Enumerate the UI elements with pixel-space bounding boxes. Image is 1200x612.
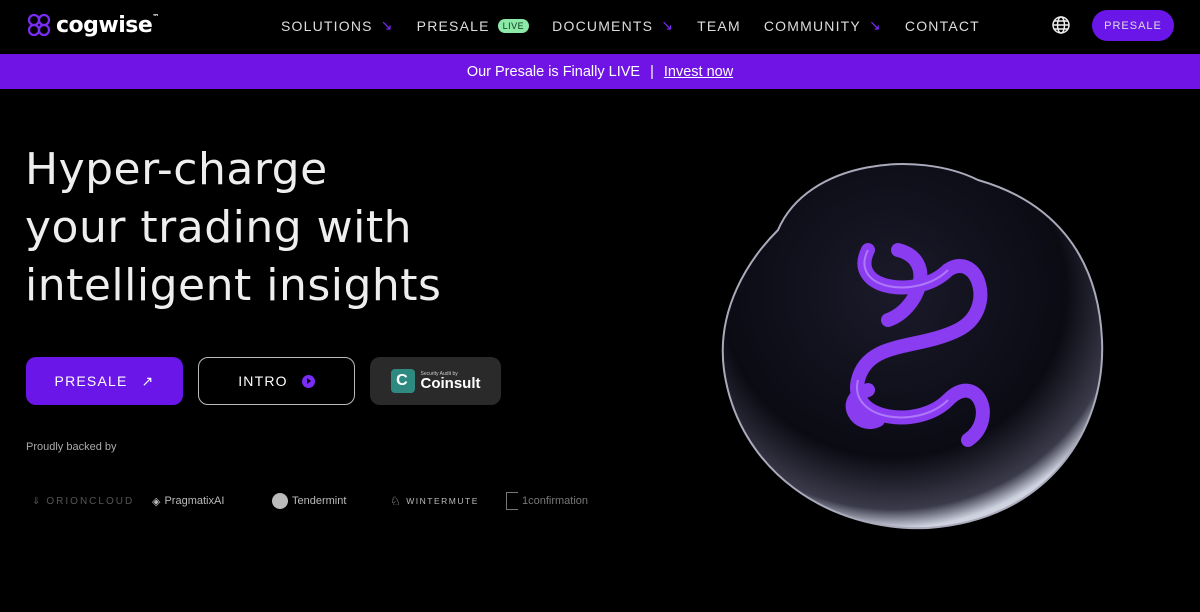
nav-documents[interactable]: DOCUMENTS ↘ <box>552 17 674 34</box>
arrow-down-right-icon: ↘ <box>380 17 394 33</box>
hero-presale-button[interactable]: PRESALE ↗ <box>26 357 183 405</box>
1confirmation-icon <box>506 492 518 510</box>
hero-title-line: your trading with <box>25 202 413 253</box>
arrow-down-right-icon: ↘ <box>868 17 882 33</box>
wintermute-icon: ♘ <box>390 494 403 508</box>
logo[interactable]: cogwise™ <box>26 12 159 38</box>
coinsult-audit-badge[interactable]: C Security Audit by Coinsult <box>370 357 501 405</box>
audit-name: Coinsult <box>420 375 481 392</box>
backed-by-label: Proudly backed by <box>26 441 117 453</box>
hero-title: Hyper-charge your trading with intellige… <box>25 141 441 315</box>
top-nav: cogwise™ SOLUTIONS ↘ PRESALE LIVE DOCUMENT… <box>0 0 1200 54</box>
trademark: ™ <box>152 12 159 21</box>
button-label: PRESALE <box>54 373 128 389</box>
nav-label: TEAM <box>697 17 741 34</box>
pragmatix-icon: ◈ <box>152 495 161 508</box>
arrow-down-right-icon: ↘ <box>661 17 675 33</box>
partner-name: ORIONCLOUD <box>46 495 135 507</box>
button-label: INTRO <box>238 373 288 389</box>
arrow-up-right-icon: ↗ <box>141 372 155 389</box>
live-badge: LIVE <box>497 18 530 33</box>
nav-contact[interactable]: CONTACT <box>905 17 980 34</box>
coinsult-logo-icon: C <box>390 369 415 393</box>
partner-logos: ⇓ ORIONCLOUD ◈ PragmatixAI Tendermint ♘ WIN… <box>32 492 588 510</box>
hero-sphere-illustration <box>721 163 1104 530</box>
logo-text: cogwise <box>56 12 153 38</box>
play-icon <box>301 374 315 388</box>
orioncloud-icon: ⇓ <box>32 495 43 507</box>
partner-orioncloud: ⇓ ORIONCLOUD <box>32 496 152 507</box>
tendermint-icon <box>272 493 288 509</box>
nav-community[interactable]: COMMUNITY ↘ <box>764 17 882 34</box>
nav-presale-button[interactable]: PRESALE <box>1092 10 1174 41</box>
announcement-banner: Our Presale is Finally LIVE | Invest now <box>0 54 1200 89</box>
globe-icon[interactable] <box>1051 15 1071 35</box>
partner-pragmatixai: ◈ PragmatixAI <box>152 495 272 508</box>
nav-label: COMMUNITY <box>763 17 861 34</box>
main-menu: SOLUTIONS ↘ PRESALE LIVE DOCUMENTS ↘ TEAM C… <box>281 17 980 34</box>
hero-title-line: Hyper-charge <box>25 144 328 195</box>
banner-separator: | <box>650 63 654 80</box>
partner-name: 1confirmation <box>522 495 589 507</box>
nav-label: SOLUTIONS <box>281 17 373 34</box>
nav-label: DOCUMENTS <box>552 17 654 34</box>
partner-name: Tendermint <box>292 495 347 507</box>
nav-label: CONTACT <box>904 17 980 34</box>
nav-team[interactable]: TEAM <box>697 17 741 34</box>
partner-wintermute: ♘ WINTERMUTE <box>390 494 506 508</box>
nav-solutions[interactable]: SOLUTIONS ↘ <box>281 17 394 34</box>
intro-button[interactable]: INTRO <box>198 357 355 405</box>
partner-1confirmation: 1confirmation <box>506 492 588 510</box>
partner-name: PragmatixAI <box>164 495 225 507</box>
partner-tendermint: Tendermint <box>272 493 390 509</box>
invest-now-link[interactable]: Invest now <box>664 64 733 80</box>
cogwise-logo-icon <box>27 13 51 37</box>
nav-presale[interactable]: PRESALE LIVE <box>417 17 530 34</box>
banner-text: Our Presale is Finally LIVE <box>466 63 641 80</box>
partner-name: WINTERMUTE <box>406 496 479 506</box>
nav-label: PRESALE <box>416 17 490 34</box>
hero-title-line: intelligent insights <box>25 260 442 311</box>
